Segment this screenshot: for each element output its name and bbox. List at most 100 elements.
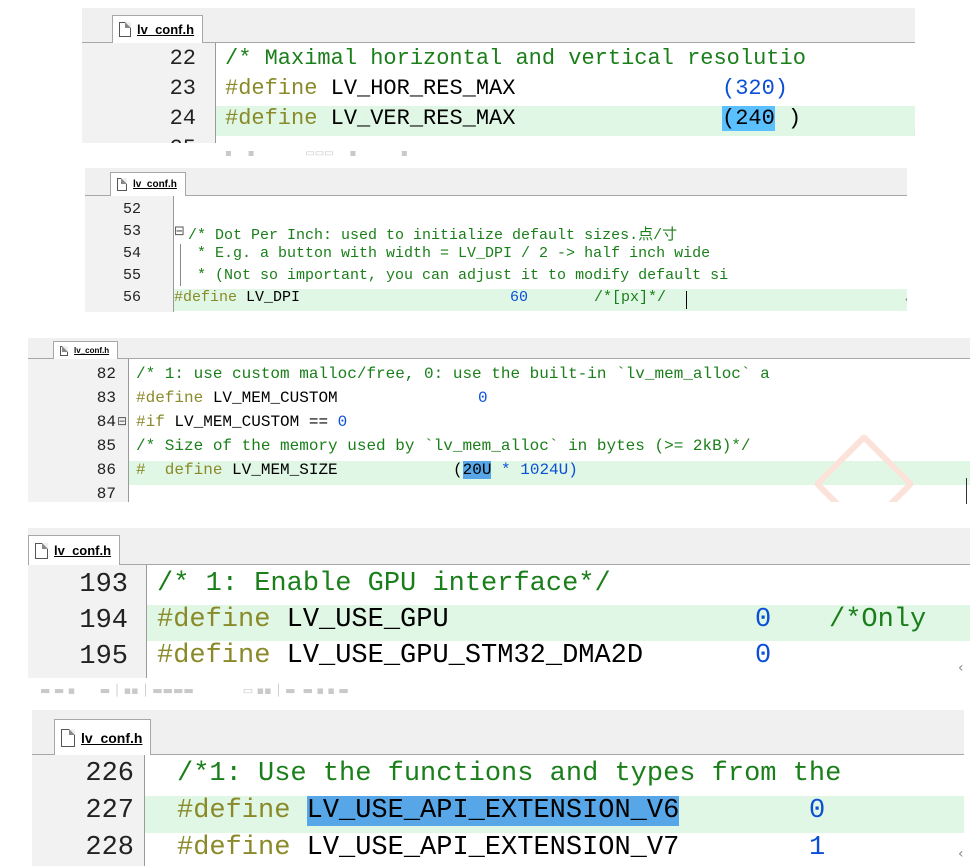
editor-panel-5: lv_conf.h 226 227 228 /*1: Use the funct… (32, 710, 964, 866)
macro-name: LV_USE_GPU (286, 605, 449, 635)
macro-value: 0 (755, 641, 772, 671)
macro-name: LV_DPI (246, 289, 301, 306)
editor-panel-3: lv_conf.h 82 83 84 85 86 87 ⊟ /* 1: use … (28, 338, 970, 502)
tab-label: lv_conf.h (74, 346, 110, 355)
comment: /* Maximal horizontal and vertical resol… (225, 46, 806, 71)
open-paren: ( (453, 461, 463, 479)
code-area[interactable]: /* Maximal horizontal and vertical resol… (216, 43, 915, 143)
code-line-23: #define LV_HOR_RES_MAX (320) (216, 76, 915, 106)
macro-name: LV_VER_RES_MAX (330, 106, 516, 131)
line-number: 195 (79, 642, 128, 672)
line-number: 22 (169, 46, 196, 71)
macro-name: LV_MEM_CUSTOM (212, 389, 338, 407)
code-line-56: #define LV_DPI 60 /*[px]*/ (174, 289, 907, 311)
preprocessor-directive: #define (177, 833, 291, 863)
panel-edge-mark (966, 478, 967, 504)
line-number: 85 (96, 437, 116, 455)
line-number: 56 (122, 289, 141, 306)
text-cursor (686, 291, 687, 309)
line-number: 227 (85, 796, 134, 826)
comment: /*[px]*/ (594, 289, 667, 306)
file-icon (61, 728, 75, 747)
editor-panel-4: lv_conf.h 193 194 195 /* 1: Enable GPU i… (28, 528, 970, 678)
return-mark-icon: ↵ (914, 124, 915, 143)
tab-bar: lv_conf.h (85, 168, 907, 196)
editor-panel-1: lv_conf.h 22 23 24 25 /* Maximal horizon… (82, 8, 915, 143)
file-icon (117, 178, 127, 191)
file-tab[interactable]: lv_conf.h (28, 535, 121, 565)
preprocessor-directive: #define (174, 289, 238, 306)
return-mark-icon: ↵ (905, 292, 907, 308)
tab-bar: lv_conf.h (28, 528, 970, 565)
file-tab[interactable]: lv_conf.h (53, 341, 119, 359)
line-number: 86 (96, 461, 116, 479)
file-tab[interactable]: lv_conf.h (110, 172, 186, 196)
tab-bar: lv_conf.h (28, 338, 970, 359)
comment: /*Only (829, 605, 943, 635)
macro-value: 1 (809, 833, 826, 863)
macro-name: LV_MEM_CUSTOM == (174, 413, 329, 431)
line-number: 23 (169, 76, 196, 101)
comment: /* 1: use custom malloc/free, 0: use the… (136, 365, 770, 383)
line-number: 55 (122, 267, 141, 284)
macro-value: (320) (722, 76, 789, 101)
code-line-83: #define LV_MEM_CUSTOM 0 (129, 389, 970, 413)
code-area[interactable]: /*1: Use the functions and types from th… (145, 755, 964, 866)
preprocessor-directive: #define (157, 605, 271, 635)
preprocessor-directive: #define (225, 76, 318, 101)
comment: * (Not so important, you can adjust it t… (188, 267, 729, 284)
tab-bar: lv_conf.h (32, 710, 964, 755)
fold-minus-icon[interactable]: ⊟ (117, 414, 127, 428)
file-tab[interactable]: lv_conf.h (54, 719, 152, 755)
code-line-194: #define LV_USE_GPU 0 /*Only (147, 605, 970, 641)
preprocessor-directive: #define (225, 106, 318, 131)
line-number: 54 (122, 245, 141, 262)
macro-expression: * 1024U) (501, 461, 578, 479)
selected-macro-name: LV_USE_API_EXTENSION_V6 (306, 796, 680, 826)
file-icon (60, 345, 68, 356)
tab-label: lv_conf.h (54, 543, 112, 558)
file-tab[interactable]: lv_conf.h (112, 15, 204, 43)
selected-value: (240 (722, 106, 775, 131)
macro-value: 60 (510, 289, 529, 306)
comment: /* Size of the memory used by `lv_mem_al… (136, 437, 751, 455)
line-number: 194 (79, 606, 128, 636)
line-number: 52 (122, 201, 141, 218)
closing-paren: ) (788, 106, 802, 131)
return-mark-icon: ‹ (958, 660, 964, 676)
macro-value: 0 (337, 413, 348, 431)
file-icon (35, 542, 48, 559)
line-number: 193 (79, 570, 128, 600)
fold-minus-icon[interactable]: ⊟ (174, 224, 185, 239)
line-number: 82 (96, 365, 116, 383)
line-number: 25 (82, 136, 196, 143)
line-number: 84 (96, 413, 116, 431)
code-line-226: /*1: Use the functions and types from th… (145, 759, 964, 796)
line-number: 24 (169, 106, 196, 131)
code-line-195: #define LV_USE_GPU_STM32_DMA2D 0 (147, 641, 970, 677)
tab-bar: lv_conf.h (82, 8, 915, 43)
preprocessor-directive: #if (136, 413, 165, 431)
code-line-53: /* Dot Per Inch: used to initialize defa… (188, 223, 907, 245)
comment: * E.g. a button with width = LV_DPI / 2 … (188, 245, 711, 262)
return-mark-icon: ‹ (958, 846, 964, 862)
toolbar-ghost: ▬ ▬ ▪ ▬ │ ▪▪ │ ▬▬▬▬ ▭ ▪▪ │ ▬ ▬ ▪ ▪ ▬ (40, 684, 349, 697)
comment: /* 1: Enable GPU interface*/ (157, 569, 611, 599)
preprocessor-directive: #define (157, 641, 271, 671)
line-number: 226 (85, 759, 134, 789)
code-area[interactable]: /* 1: Enable GPU interface*/ #define LV_… (147, 565, 970, 678)
tab-label: lv_conf.h (137, 22, 195, 37)
macro-name: LV_USE_GPU_STM32_DMA2D (286, 641, 644, 671)
code-line-24: #define LV_VER_RES_MAX (240) (216, 106, 915, 136)
code-line-54: * E.g. a button with width = LV_DPI / 2 … (188, 245, 907, 267)
preprocessor-directive: #define (136, 389, 204, 407)
line-number: 83 (96, 389, 116, 407)
toolbar-ghost: ▪ ▪ ▭▭▭ ▪ ▪ (225, 148, 408, 159)
tab-label: lv_conf.h (133, 179, 177, 190)
code-area[interactable]: /* Dot Per Inch: used to initialize defa… (174, 196, 907, 312)
code-line-193: /* 1: Enable GPU interface*/ (147, 569, 970, 605)
tab-label: lv_conf.h (81, 729, 143, 746)
preprocessor-directive: # define (136, 461, 223, 479)
macro-name: LV_USE_API_EXTENSION_V7 (306, 833, 680, 863)
code-line-22: /* Maximal horizontal and vertical resol… (216, 46, 915, 76)
